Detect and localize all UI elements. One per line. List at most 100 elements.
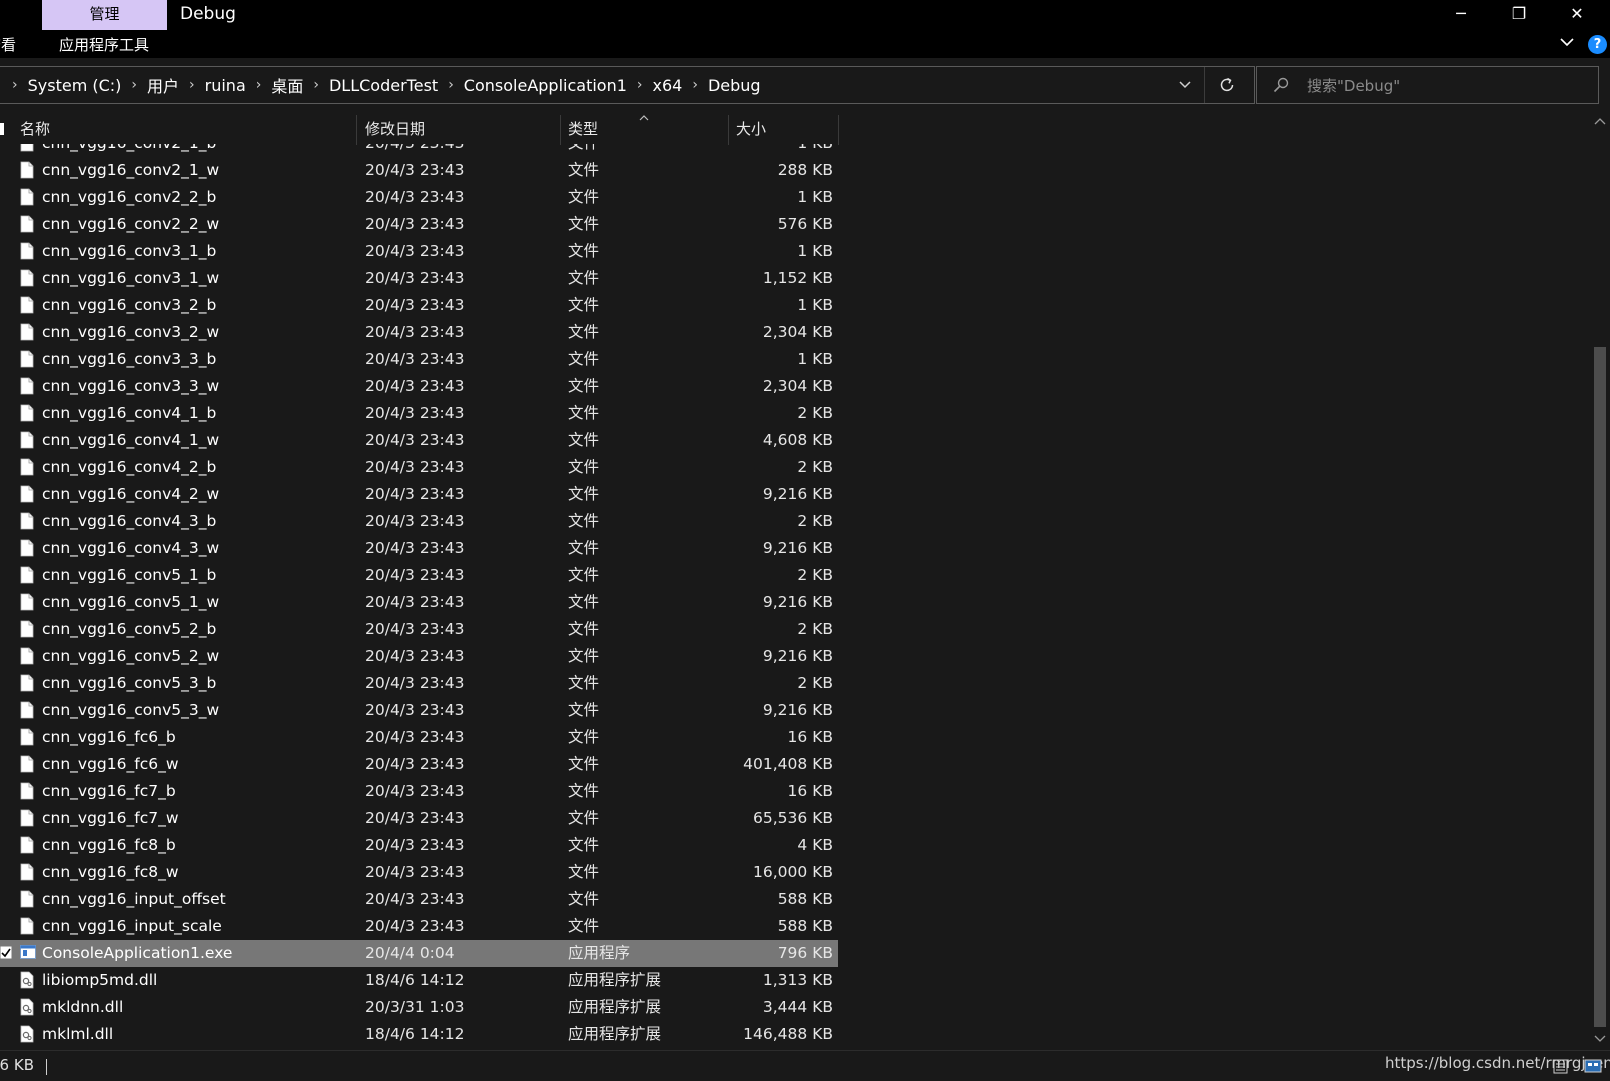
refresh-button[interactable]	[1204, 67, 1249, 103]
scroll-down-arrow-icon[interactable]	[1593, 1033, 1607, 1045]
file-size: 9,216 KB	[762, 701, 833, 719]
file-size: 1 KB	[797, 296, 833, 314]
file-size: 16 KB	[787, 782, 833, 800]
file-row[interactable]: cnn_vgg16_conv5_1_w 20/4/3 23:43 文件 9,216 K…	[0, 589, 838, 616]
file-row[interactable]: cnn_vgg16_fc6_w 20/4/3 23:43 文件 401,408 KB	[0, 751, 838, 778]
file-size: 3,444 KB	[762, 998, 833, 1016]
file-row[interactable]: cnn_vgg16_conv5_3_b 20/4/3 23:43 文件 2 KB	[0, 670, 838, 697]
file-row[interactable]: cnn_vgg16_conv4_2_b 20/4/3 23:43 文件 2 KB	[0, 454, 838, 481]
column-divider[interactable]	[838, 115, 839, 145]
file-type: 应用程序扩展	[568, 971, 662, 989]
file-type: 文件	[568, 485, 600, 503]
file-row[interactable]: cnn_vgg16_conv3_2_w 20/4/3 23:43 文件 2,304 K…	[0, 319, 838, 346]
address-bar[interactable]: › System (C:) › 用户 › ruina › 桌面 › DLLCod…	[0, 66, 1255, 104]
breadcrumb-item[interactable]: x64	[649, 76, 687, 95]
file-row[interactable]: cnn_vgg16_conv3_3_w 20/4/3 23:43 文件 2,304 K…	[0, 373, 838, 400]
help-icon[interactable]: ?	[1588, 35, 1607, 54]
address-history-chevron-down-icon[interactable]	[1176, 76, 1194, 94]
file-row[interactable]: cnn_vgg16_fc7_w 20/4/3 23:43 文件 65,536 KB	[0, 805, 838, 832]
file-modified-date: 20/4/3 23:43	[365, 701, 465, 719]
search-input[interactable]: 搜索"Debug"	[1256, 66, 1599, 104]
checkbox-checked-icon[interactable]	[0, 946, 12, 959]
column-divider[interactable]	[560, 115, 561, 145]
window-title: Debug	[180, 4, 236, 24]
column-divider[interactable]	[356, 115, 357, 145]
breadcrumb-item[interactable]: DLLCoderTest	[325, 76, 442, 95]
file-row[interactable]: cnn_vgg16_input_scale 20/4/3 23:43 文件 588 K…	[0, 913, 838, 940]
maximize-button[interactable]: ❐	[1490, 0, 1548, 30]
file-name: cnn_vgg16_conv3_1_b	[42, 242, 217, 260]
breadcrumb-item[interactable]: 用户	[143, 73, 183, 97]
search-placeholder: 搜索"Debug"	[1307, 77, 1401, 95]
file-row[interactable]: cnn_vgg16_conv5_3_w 20/4/3 23:43 文件 9,216 K…	[0, 697, 838, 724]
breadcrumb-separator-icon[interactable]: ›	[250, 77, 268, 93]
file-name: cnn_vgg16_conv4_3_b	[42, 512, 217, 530]
breadcrumb-separator-icon[interactable]: ›	[125, 77, 143, 93]
breadcrumb-item[interactable]: ConsoleApplication1	[460, 76, 631, 95]
file-row[interactable]: cnn_vgg16_conv4_2_w 20/4/3 23:43 文件 9,216 K…	[0, 481, 838, 508]
breadcrumb-item[interactable]: System (C:)	[24, 76, 126, 95]
column-header-type[interactable]: 类型	[568, 113, 598, 145]
tab-application-tools[interactable]: 应用程序工具	[0, 30, 167, 58]
file-row[interactable]: mkldnn.dll 20/3/31 1:03 应用程序扩展 3,444 KB	[0, 994, 838, 1021]
file-name: cnn_vgg16_fc8_b	[42, 836, 176, 854]
breadcrumb-separator-icon[interactable]: ›	[307, 77, 325, 93]
breadcrumb-item[interactable]: 桌面	[267, 73, 307, 97]
file-row[interactable]: cnn_vgg16_conv3_1_b 20/4/3 23:43 文件 1 KB	[0, 238, 838, 265]
file-row[interactable]: cnn_vgg16_conv5_2_b 20/4/3 23:43 文件 2 KB	[0, 616, 838, 643]
file-row[interactable]: cnn_vgg16_conv3_3_b 20/4/3 23:43 文件 1 KB	[0, 346, 838, 373]
scrollbar-thumb[interactable]	[1594, 347, 1606, 1027]
select-all-checkbox[interactable]	[0, 123, 4, 135]
breadcrumb-separator-icon[interactable]: ›	[442, 77, 460, 93]
file-icon	[20, 269, 34, 287]
breadcrumb-item[interactable]: ruina	[201, 76, 250, 95]
file-row[interactable]: cnn_vgg16_input_offset 20/4/3 23:43 文件 588 …	[0, 886, 838, 913]
file-row[interactable]: cnn_vgg16_fc8_b 20/4/3 23:43 文件 4 KB	[0, 832, 838, 859]
file-size: 2 KB	[797, 512, 833, 530]
file-row[interactable]: cnn_vgg16_conv3_2_b 20/4/3 23:43 文件 1 KB	[0, 292, 838, 319]
breadcrumb-separator-icon[interactable]: ›	[631, 77, 649, 93]
file-row[interactable]: cnn_vgg16_conv5_1_b 20/4/3 23:43 文件 2 KB	[0, 562, 838, 589]
file-modified-date: 20/4/3 23:43	[365, 215, 465, 233]
file-row[interactable]: cnn_vgg16_conv2_2_w 20/4/3 23:43 文件 576 KB	[0, 211, 838, 238]
details-view-icon[interactable]	[1553, 1059, 1568, 1074]
file-row[interactable]: cnn_vgg16_conv2_1_w 20/4/3 23:43 文件 288 KB	[0, 157, 838, 184]
file-icon	[20, 863, 34, 881]
tab-manage[interactable]: 管理	[42, 0, 167, 30]
file-size: 1,152 KB	[762, 269, 833, 287]
file-size: 2,304 KB	[762, 377, 833, 395]
file-row[interactable]: cnn_vgg16_conv2_2_b 20/4/3 23:43 文件 1 KB	[0, 184, 838, 211]
column-header-name[interactable]: 名称	[20, 113, 50, 145]
large-icons-view-icon[interactable]	[1584, 1059, 1602, 1073]
column-header-size[interactable]: 大小	[736, 113, 766, 145]
file-row[interactable]: cnn_vgg16_conv2_1_b 20/4/3 23:43 文件 1 KB	[0, 144, 838, 157]
breadcrumb-separator-icon[interactable]: ›	[183, 77, 201, 93]
file-row[interactable]: cnn_vgg16_conv4_1_w 20/4/3 23:43 文件 4,608 K…	[0, 427, 838, 454]
file-row[interactable]: mklml.dll 18/4/6 14:12 应用程序扩展 146,488 KB	[0, 1021, 838, 1048]
file-row[interactable]: cnn_vgg16_conv4_1_b 20/4/3 23:43 文件 2 KB	[0, 400, 838, 427]
file-row-selected[interactable]: ConsoleApplication1.exe 20/4/4 0:04 应用程序 79…	[0, 940, 838, 967]
breadcrumb-separator-icon[interactable]: ›	[6, 77, 24, 93]
file-row[interactable]: cnn_vgg16_conv3_1_w 20/4/3 23:43 文件 1,152 K…	[0, 265, 838, 292]
file-row[interactable]: cnn_vgg16_fc8_w 20/4/3 23:43 文件 16,000 KB	[0, 859, 838, 886]
close-button[interactable]: ✕	[1548, 0, 1606, 30]
file-modified-date: 20/4/3 23:43	[365, 647, 465, 665]
file-row[interactable]: cnn_vgg16_conv5_2_w 20/4/3 23:43 文件 9,216 K…	[0, 643, 838, 670]
ribbon-expand-chevron-icon[interactable]	[1559, 34, 1575, 50]
column-divider[interactable]	[728, 115, 729, 145]
file-row[interactable]: cnn_vgg16_fc6_b 20/4/3 23:43 文件 16 KB	[0, 724, 838, 751]
file-row[interactable]: libiomp5md.dll 18/4/6 14:12 应用程序扩展 1,313 KB	[0, 967, 838, 994]
file-row[interactable]: cnn_vgg16_conv4_3_b 20/4/3 23:43 文件 2 KB	[0, 508, 838, 535]
file-modified-date: 20/4/3 23:43	[365, 836, 465, 854]
vertical-scrollbar[interactable]	[1590, 113, 1610, 1050]
breadcrumb-separator-icon[interactable]: ›	[686, 77, 704, 93]
file-row[interactable]: cnn_vgg16_fc7_b 20/4/3 23:43 文件 16 KB	[0, 778, 838, 805]
file-row[interactable]: cnn_vgg16_conv4_3_w 20/4/3 23:43 文件 9,216 K…	[0, 535, 838, 562]
minimize-button[interactable]: ─	[1432, 0, 1490, 30]
column-header-date[interactable]: 修改日期	[365, 113, 425, 145]
scroll-up-arrow-icon[interactable]	[1593, 115, 1607, 127]
breadcrumb-item-current[interactable]: Debug	[704, 76, 765, 95]
file-name: cnn_vgg16_conv3_3_b	[42, 350, 217, 368]
file-type: 文件	[568, 458, 600, 476]
file-size: 4,608 KB	[762, 431, 833, 449]
